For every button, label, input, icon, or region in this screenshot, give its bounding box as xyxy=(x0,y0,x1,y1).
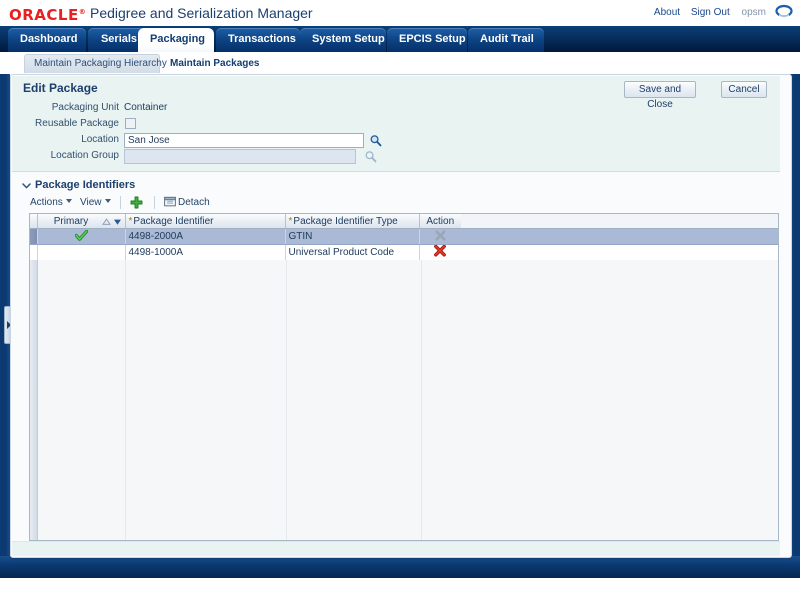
cell-primary[interactable] xyxy=(37,244,126,261)
registered-mark-icon: ® xyxy=(78,8,87,16)
current-user-label: opsm xyxy=(741,7,766,18)
content-panel: Edit Package Packaging Unit Container Re… xyxy=(10,74,792,558)
cell-package-identifier-type[interactable]: Universal Product Code xyxy=(285,244,420,261)
package-identifiers-table: Primary *Package Identifier *Package Ide… xyxy=(29,213,779,541)
row-handle[interactable] xyxy=(30,228,38,245)
tab-label: Packaging xyxy=(150,33,206,45)
toolbar-separator xyxy=(120,196,121,209)
row-handle[interactable] xyxy=(30,244,38,261)
cell-action[interactable] xyxy=(419,244,461,261)
package-identifiers-grid: Primary *Package Identifier *Package Ide… xyxy=(30,214,778,261)
cell-action xyxy=(419,228,461,245)
reusable-package-label: Reusable Package xyxy=(35,118,119,129)
row-handle-header xyxy=(30,214,38,229)
tab-label: Audit Trail xyxy=(480,33,534,45)
package-identifiers-title: Package Identifiers xyxy=(35,179,136,191)
cell-filler xyxy=(461,228,778,245)
view-menu-button[interactable]: View xyxy=(80,196,111,210)
panel-lower-band xyxy=(12,541,780,556)
detach-icon xyxy=(164,196,176,207)
page-title: Edit Package xyxy=(23,81,98,95)
edit-package-region: Edit Package Packaging Unit Container Re… xyxy=(12,76,780,172)
tab-label: Dashboard xyxy=(20,33,78,45)
delete-icon[interactable] xyxy=(434,244,447,257)
chevron-down-icon[interactable] xyxy=(22,181,31,190)
check-icon xyxy=(74,229,88,241)
tab-label: EPCIS Setup xyxy=(399,33,466,45)
subtab-maintain-packaging-hierarchy[interactable]: Maintain Packaging Hierarchy xyxy=(24,54,167,73)
package-identifiers-toolbar: Actions View Detach xyxy=(22,195,779,211)
column-header-package-identifier-type[interactable]: *Package Identifier Type xyxy=(285,214,420,229)
global-links: About Sign Out opsm xyxy=(646,7,766,18)
delete-icon-disabled xyxy=(435,229,446,241)
main-tab-bar: Dashboard Serials Packaging Transactions… xyxy=(0,26,800,52)
cell-package-identifier-type[interactable]: GTIN xyxy=(285,228,420,245)
column-header-label: Primary xyxy=(53,215,89,227)
actions-menu-label: Actions xyxy=(30,197,63,208)
column-header-label: Package Identifier xyxy=(133,215,214,227)
save-and-close-button[interactable]: Save and Close xyxy=(624,81,696,110)
location-group-input xyxy=(124,149,356,164)
location-label: Location xyxy=(81,134,119,145)
sort-indicator-icon[interactable] xyxy=(101,217,122,226)
column-header-label: Package Identifier Type xyxy=(293,215,398,227)
sub-tab-bar: Maintain Packaging Hierarchy Maintain Pa… xyxy=(0,52,800,75)
location-input[interactable] xyxy=(124,133,364,148)
page-frame: Edit Package Packaging Unit Container Re… xyxy=(0,74,800,578)
cell-package-identifier[interactable]: 4498-1000A xyxy=(125,244,286,261)
subtab-label: Maintain Packages xyxy=(170,58,260,69)
column-header-package-identifier[interactable]: *Package Identifier xyxy=(125,214,286,229)
oracle-mark-icon xyxy=(775,4,793,18)
packaging-unit-label: Packaging Unit xyxy=(51,102,119,113)
chevron-down-icon xyxy=(104,199,111,203)
branding-bar: ORACLE® Pedigree and Serialization Manag… xyxy=(0,0,800,27)
chevron-down-icon xyxy=(65,199,72,203)
tab-epcis-setup[interactable]: EPCIS Setup xyxy=(387,28,467,52)
page-application-title: Pedigree and Serialization Manager xyxy=(90,5,313,21)
oracle-logo-text: ORACLE xyxy=(9,6,79,24)
tab-audit-trail[interactable]: Audit Trail xyxy=(468,28,544,52)
table-empty-row-handles xyxy=(30,260,38,540)
sign-out-link[interactable]: Sign Out xyxy=(691,7,730,18)
tab-label: Transactions xyxy=(228,33,296,45)
table-row[interactable]: 4498-2000A GTIN xyxy=(30,228,778,245)
column-header-label: Action xyxy=(426,215,455,227)
detach-label: Detach xyxy=(178,197,210,208)
tab-system-setup[interactable]: System Setup xyxy=(300,28,386,52)
location-group-label: Location Group xyxy=(50,150,119,161)
tab-transactions[interactable]: Transactions xyxy=(216,28,300,52)
reusable-package-checkbox[interactable] xyxy=(125,118,136,129)
toolbar-separator xyxy=(154,196,155,209)
location-search-icon[interactable] xyxy=(369,134,382,147)
table-column-divider xyxy=(125,260,126,540)
cell-package-identifier[interactable]: 4498-2000A xyxy=(125,228,286,245)
actions-menu-button[interactable]: Actions xyxy=(30,196,72,210)
table-header-row: Primary *Package Identifier *Package Ide… xyxy=(30,214,778,229)
location-group-search-icon xyxy=(365,151,377,163)
subtab-maintain-packages[interactable]: Maintain Packages xyxy=(160,54,272,73)
oracle-logo: ORACLE® xyxy=(9,5,86,23)
subtab-label: Maintain Packaging Hierarchy xyxy=(34,58,167,69)
table-column-divider xyxy=(421,260,422,540)
package-identifiers-header: Package Identifiers xyxy=(22,179,779,192)
column-header-filler xyxy=(461,214,778,229)
tab-packaging[interactable]: Packaging xyxy=(138,28,214,52)
column-header-action: Action xyxy=(419,214,461,229)
column-header-primary[interactable]: Primary xyxy=(37,214,126,229)
add-row-button[interactable] xyxy=(130,196,143,209)
frame-bottom-edge xyxy=(0,556,800,578)
table-row[interactable]: 4498-1000A Universal Product Code xyxy=(30,244,778,261)
cancel-button[interactable]: Cancel xyxy=(721,81,767,98)
table-empty-area xyxy=(30,260,778,540)
detach-button[interactable]: Detach xyxy=(164,196,210,210)
tab-label: System Setup xyxy=(312,33,385,45)
cell-filler xyxy=(461,244,778,261)
table-column-divider xyxy=(286,260,287,540)
tab-dashboard[interactable]: Dashboard xyxy=(8,28,86,52)
view-menu-label: View xyxy=(80,197,102,208)
cell-primary[interactable] xyxy=(37,228,126,245)
about-link[interactable]: About xyxy=(654,7,680,18)
packaging-unit-value: Container xyxy=(124,102,168,113)
